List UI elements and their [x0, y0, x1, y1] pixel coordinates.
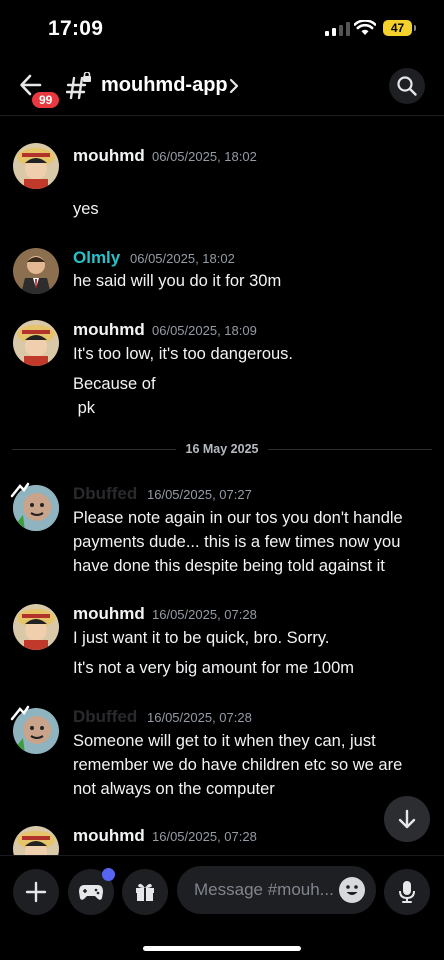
message-timestamp: 16/05/2025, 07:28 — [147, 710, 252, 725]
gift-button[interactable] — [122, 869, 168, 915]
gift-icon — [136, 883, 154, 901]
gamepad-icon — [79, 885, 103, 900]
message-text: Someone will get to it when they can, ju… — [73, 732, 376, 750]
microphone-icon — [399, 881, 415, 903]
arrow-down-icon — [398, 809, 416, 829]
message-text: I just want it to be quick, bro. Sorry. — [73, 629, 330, 647]
emoji-icon[interactable] — [339, 877, 365, 903]
hand-icon — [10, 705, 30, 721]
home-indicator[interactable] — [143, 946, 301, 951]
channel-header: 99 mouhmd-app — [0, 60, 444, 116]
avatar[interactable] — [13, 826, 59, 855]
message-author[interactable]: Dbuffed — [73, 484, 137, 504]
message-author[interactable]: Olmly — [73, 248, 120, 268]
message-input-box[interactable] — [177, 866, 376, 914]
avatar[interactable] — [13, 320, 59, 366]
locked-hash-icon — [66, 72, 91, 100]
message-text: pk — [73, 399, 96, 417]
channel-title[interactable]: mouhmd-app — [101, 74, 228, 97]
chevron-right-icon[interactable] — [228, 77, 240, 95]
avatar[interactable] — [13, 604, 59, 650]
search-icon — [397, 76, 417, 96]
message-text: remember we do have children etc so we a… — [73, 756, 403, 774]
message-author[interactable]: Dbuffed — [73, 707, 137, 727]
message-timestamp: 06/05/2025, 18:02 — [152, 149, 257, 164]
add-attachment-button[interactable] — [13, 869, 59, 915]
search-button[interactable] — [389, 68, 425, 104]
avatar[interactable] — [13, 248, 59, 294]
message-author[interactable]: mouhmd — [73, 146, 145, 166]
message-text: he said will you do it for 30m — [73, 272, 282, 290]
message-timestamp: 16/05/2025, 07:27 — [147, 487, 252, 502]
battery-indicator: 47 — [383, 20, 416, 36]
message-author[interactable]: mouhmd — [73, 320, 145, 340]
plus-icon — [25, 881, 47, 903]
message-input[interactable] — [194, 880, 334, 900]
message-timestamp: 16/05/2025, 07:28 — [152, 829, 257, 844]
wifi-icon — [354, 20, 376, 35]
date-divider: 16 May 2025 — [0, 442, 444, 456]
unread-badge: 99 — [30, 90, 62, 110]
message-list[interactable]: mouhmd 06/05/2025, 18:02 yes Olmly 06/05… — [0, 117, 444, 855]
message-timestamp: 06/05/2025, 18:02 — [130, 251, 235, 266]
message-text: yes — [73, 200, 99, 218]
message-text: payments dude... this is a few times now… — [73, 533, 401, 551]
status-bar: 17:09 47 — [0, 0, 444, 60]
activities-button[interactable] — [68, 868, 115, 915]
message-text: It's not a very big amount for me 100m — [73, 659, 355, 677]
voice-message-button[interactable] — [384, 869, 430, 915]
message-text: Please note again in our tos you don't h… — [73, 509, 403, 527]
message-text: Because of — [73, 375, 156, 393]
message-timestamp: 06/05/2025, 18:09 — [152, 323, 257, 338]
hand-icon — [10, 482, 30, 498]
message-text: have done this despite being told agains… — [73, 557, 385, 575]
composer-bar — [0, 855, 444, 960]
notification-dot — [102, 868, 115, 881]
status-time: 17:09 — [48, 17, 104, 40]
message-author[interactable]: mouhmd — [73, 826, 145, 846]
avatar[interactable] — [13, 143, 59, 189]
cellular-signal-icon — [325, 22, 350, 36]
jump-to-bottom-button[interactable] — [384, 796, 430, 842]
message-author[interactable]: mouhmd — [73, 604, 145, 624]
message-text: It's too low, it's too dangerous. — [73, 345, 294, 363]
message-text: not always on the computer — [73, 780, 275, 798]
date-divider-label: 16 May 2025 — [175, 442, 269, 456]
message-timestamp: 16/05/2025, 07:28 — [152, 607, 257, 622]
